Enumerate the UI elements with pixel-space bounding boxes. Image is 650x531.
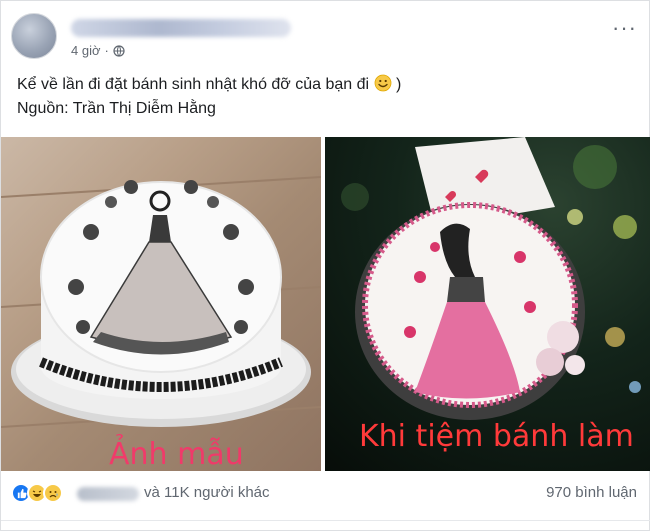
caption-sample: Ảnh mẫu <box>109 437 244 471</box>
sad-icon <box>43 483 63 503</box>
post-footer: và 11K người khác 970 bình luận <box>1 471 650 521</box>
author-name-blurred[interactable] <box>71 19 291 37</box>
post-text-line1: Kể về lần đi đặt bánh sinh nhật khó đỡ c… <box>17 74 402 93</box>
comments-count[interactable]: 970 bình luận <box>546 484 637 501</box>
smile-emoji-icon <box>374 74 391 92</box>
photo-sample-cake[interactable]: Ảnh mẫu <box>1 137 321 471</box>
more-icon[interactable]: ··· <box>612 15 637 41</box>
photo-bakery-cake[interactable]: Khi tiệm bánh làm <box>325 137 650 471</box>
reactions-count[interactable]: và 11K người khác <box>144 484 270 501</box>
post-time[interactable]: 4 giờ <box>71 43 101 58</box>
post-meta: 4 giờ · <box>71 43 125 58</box>
post-text: Kể về lần đi đặt bánh sinh nhật khó đỡ c… <box>17 73 627 121</box>
globe-icon[interactable] <box>113 44 125 57</box>
post-text-line2: Nguồn: Trần Thị Diễm Hằng <box>17 100 216 117</box>
post-header: 4 giờ · ··· <box>11 9 641 59</box>
caption-bakery: Khi tiệm bánh làm <box>359 419 634 454</box>
sample-cake-illustration <box>1 176 321 428</box>
avatar[interactable] <box>11 13 57 59</box>
feed-post: 4 giờ · ··· Kể về lần đi đặt bánh sinh n… <box>0 0 650 531</box>
photo-grid: Ảnh mẫu Khi tiệm bánh làm <box>1 137 650 471</box>
reactor-name-blurred[interactable] <box>77 487 139 501</box>
reaction-icons[interactable] <box>11 483 63 503</box>
